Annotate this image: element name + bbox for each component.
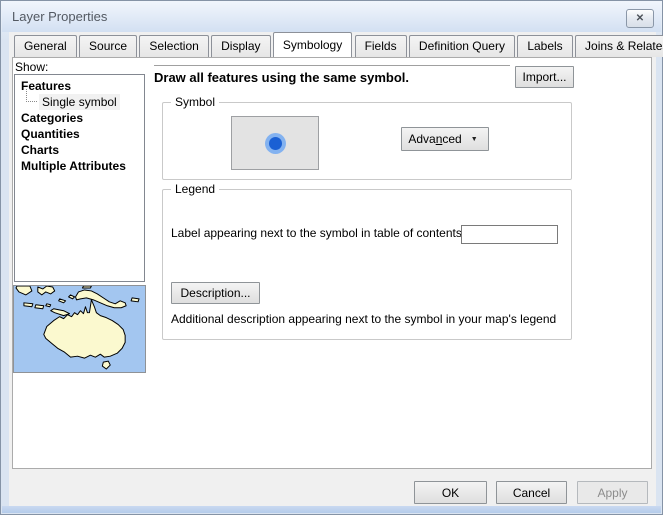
legend-label-caption: Label appearing next to the symbol in ta… <box>171 226 465 240</box>
map-preview-thumbnail <box>13 285 146 373</box>
show-label: Show: <box>15 60 48 74</box>
tab-fields[interactable]: Fields <box>355 35 407 57</box>
tab-display[interactable]: Display <box>211 35 270 57</box>
tab-symbology[interactable]: Symbology <box>273 32 352 57</box>
symbology-tab-page: Show: Features Single symbol Categories … <box>12 57 652 469</box>
map-preview-image <box>14 286 145 372</box>
page-header: Draw all features using the same symbol. <box>154 70 409 85</box>
island-shape <box>82 286 91 288</box>
tab-joins-relates[interactable]: Joins & Relates <box>575 35 663 57</box>
tab-labels[interactable]: Labels <box>517 35 572 57</box>
tab-source[interactable]: Source <box>79 35 137 57</box>
dialog-body: General Source Selection Display Symbolo… <box>9 32 656 508</box>
island-shape <box>35 305 44 309</box>
legend-group-caption: Legend <box>171 182 219 196</box>
show-item-charts[interactable]: Charts <box>15 142 144 158</box>
import-button[interactable]: Import... <box>515 66 574 88</box>
window-title: Layer Properties <box>12 9 107 24</box>
show-item-quantities[interactable]: Quantities <box>15 126 144 142</box>
show-item-categories[interactable]: Categories <box>15 110 144 126</box>
chevron-down-icon: ▼ <box>471 136 478 143</box>
layer-properties-dialog: Layer Properties ✕ General Source Select… <box>0 0 663 515</box>
symbol-groupbox: Symbol Advanced ▼ <box>162 102 572 180</box>
show-item-multiple-attributes[interactable]: Multiple Attributes <box>15 158 144 174</box>
titlebar[interactable]: Layer Properties ✕ <box>2 2 661 32</box>
legend-groupbox: Legend Label appearing next to the symbo… <box>162 189 572 340</box>
separator-line <box>154 65 510 67</box>
cancel-button[interactable]: Cancel <box>496 481 567 504</box>
symbol-preview-button[interactable] <box>231 116 319 170</box>
symbol-group-caption: Symbol <box>171 95 219 109</box>
island-shape <box>46 304 51 307</box>
tab-selection[interactable]: Selection <box>139 35 208 57</box>
show-item-single-symbol[interactable]: Single symbol <box>15 94 144 110</box>
point-symbol-icon <box>265 133 286 154</box>
island-shape <box>131 298 139 302</box>
tab-strip: General Source Selection Display Symbolo… <box>14 35 663 57</box>
tab-general[interactable]: General <box>14 35 77 57</box>
legend-label-input[interactable] <box>461 225 558 244</box>
close-button[interactable]: ✕ <box>626 9 654 28</box>
island-shape <box>24 303 33 307</box>
mnemonic-char: n <box>436 132 443 146</box>
legend-additional-caption: Additional description appearing next to… <box>171 312 556 326</box>
window-frame: Layer Properties ✕ General Source Select… <box>0 0 663 515</box>
advanced-dropdown-button[interactable]: Advanced ▼ <box>401 127 489 151</box>
description-button[interactable]: Description... <box>171 282 260 304</box>
window-bottom-border <box>2 506 661 513</box>
close-icon: ✕ <box>636 14 644 24</box>
show-tree-list: Features Single symbol Categories Quanti… <box>14 74 145 282</box>
ok-button[interactable]: OK <box>414 481 487 504</box>
tab-definition-query[interactable]: Definition Query <box>409 35 515 57</box>
apply-button[interactable]: Apply <box>577 481 648 504</box>
tree-branch-icon <box>26 89 37 102</box>
